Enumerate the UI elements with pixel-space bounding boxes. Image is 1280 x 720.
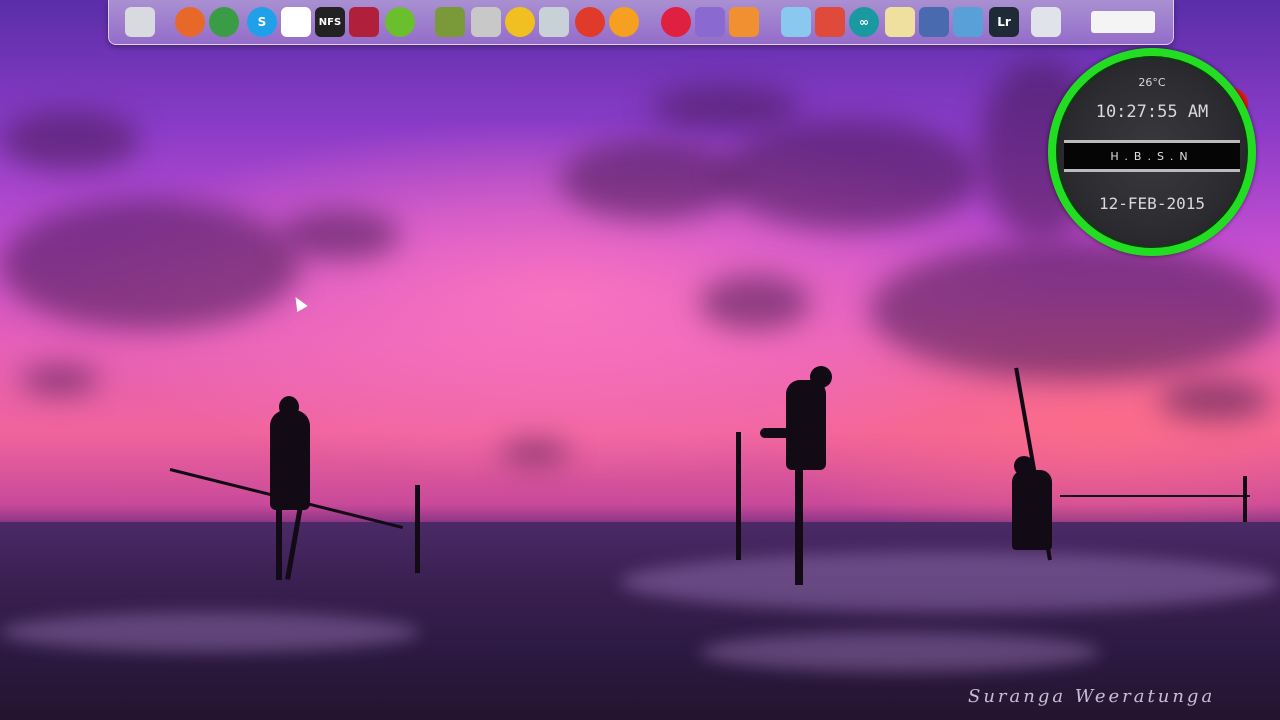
itunes-icon[interactable]	[661, 7, 691, 37]
clock-date: 12-FEB-2015	[1099, 194, 1205, 213]
dvd-icon[interactable]	[505, 7, 535, 37]
fishing-line	[1060, 495, 1250, 497]
cloud	[280, 210, 400, 260]
fisherman-head	[810, 366, 832, 388]
cloud	[0, 200, 300, 330]
stilt	[736, 432, 741, 560]
box-icon[interactable]	[781, 7, 811, 37]
clock-temperature: 26°C	[1138, 76, 1166, 89]
cloud	[720, 120, 980, 230]
keyboard-icon[interactable]	[1091, 11, 1155, 33]
disk-utility-icon[interactable]	[471, 7, 501, 37]
stilt	[795, 460, 803, 585]
cloud	[20, 365, 100, 395]
lightroom-icon[interactable]: Lr	[989, 7, 1019, 37]
wave	[0, 612, 420, 652]
utorrent-icon[interactable]	[385, 7, 415, 37]
chrome-icon[interactable]	[209, 7, 239, 37]
wave	[620, 552, 1280, 612]
photo-icon[interactable]	[539, 7, 569, 37]
wave	[700, 632, 1100, 672]
media-icon[interactable]	[575, 7, 605, 37]
cloud	[1160, 380, 1270, 420]
watermark-signature: Suranga Weeratunga	[968, 686, 1216, 707]
clock-widget[interactable]: 26°C 10:27:55 AM H.B.S.N 12-FEB-2015	[1048, 48, 1256, 256]
cloud	[0, 110, 140, 170]
stilt	[1243, 476, 1247, 522]
cloud	[870, 240, 1280, 380]
fisherman-head	[279, 396, 299, 418]
cloud	[560, 140, 740, 220]
cloud	[500, 440, 570, 465]
tools-icon[interactable]	[815, 7, 845, 37]
trash-icon[interactable]	[1031, 7, 1061, 37]
feather-icon[interactable]	[953, 7, 983, 37]
fisherman-leg	[760, 428, 800, 438]
clock-name-band: H.B.S.N	[1064, 140, 1240, 172]
arduino-icon[interactable]: ∞	[849, 7, 879, 37]
nfs-icon[interactable]: NFS	[315, 7, 345, 37]
clock-name: H.B.S.N	[1110, 149, 1194, 163]
vs-icon[interactable]	[695, 7, 725, 37]
cloud	[700, 275, 810, 330]
notes-icon[interactable]	[885, 7, 915, 37]
audio-icon[interactable]	[435, 7, 465, 37]
dock: S NFS ∞ Lr	[108, 0, 1174, 45]
game-icon[interactable]	[349, 7, 379, 37]
firefox-icon[interactable]	[175, 7, 205, 37]
dropbox-icon[interactable]	[281, 7, 311, 37]
cloud	[650, 85, 800, 130]
skype-icon[interactable]: S	[247, 7, 277, 37]
stilt	[415, 485, 420, 573]
finder-icon[interactable]	[125, 7, 155, 37]
video-icon[interactable]	[729, 7, 759, 37]
stilt	[276, 500, 282, 580]
clock-time: 10:27:55 AM	[1095, 102, 1209, 122]
fisherman-silhouette	[786, 380, 826, 470]
computer-icon[interactable]	[919, 7, 949, 37]
player-icon[interactable]	[609, 7, 639, 37]
